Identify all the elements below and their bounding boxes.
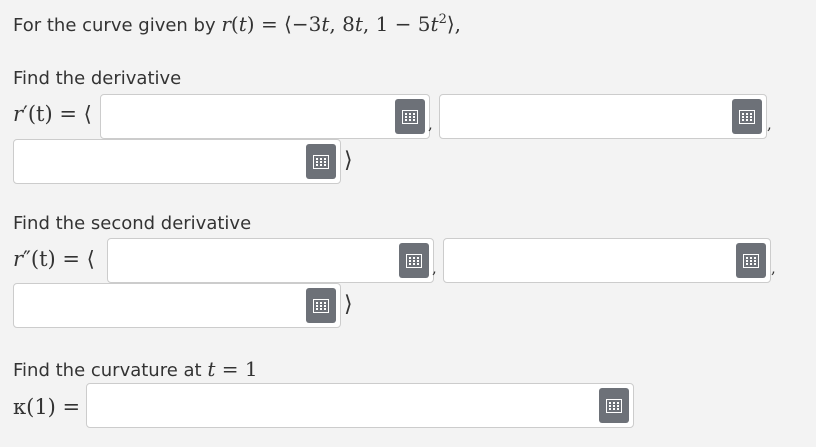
derivative-x-field[interactable] — [100, 94, 430, 139]
intro-formula: r(t) = ⟨−3t, 8t, 1 − 5t2⟩, — [221, 12, 461, 36]
keypad-icon — [406, 253, 422, 268]
label-r-prime: r′(t) = ⟨ — [13, 102, 92, 126]
heading-curvature: Find the curvature at t = 1 — [13, 357, 258, 381]
label-r-prime-rest: ′(t) = ⟨ — [23, 102, 92, 126]
keypad-icon — [739, 109, 755, 124]
keypad-button[interactable] — [599, 388, 629, 423]
label-r-double-prime: r″(t) = ⟨ — [13, 247, 95, 271]
intro-mid: , 8 — [329, 12, 355, 36]
intro-t3: t — [354, 12, 363, 36]
intro-t: t — [238, 12, 247, 36]
keypad-icon — [313, 154, 329, 169]
intro-eq: ) = ⟨−3 — [246, 12, 322, 36]
curvature-field[interactable] — [86, 383, 634, 428]
label-r-prime-r: r — [13, 102, 24, 126]
label-r-double-prime-rest: ″(t) = ⟨ — [23, 247, 95, 271]
separator-comma: , — [428, 115, 433, 133]
derivative-x-input[interactable] — [101, 95, 429, 138]
heading-curvature-prefix: Find the curvature at — [13, 360, 208, 381]
intro-tail: , 1 − 5 — [362, 12, 431, 36]
keypad-icon — [743, 253, 759, 268]
separator-comma: , — [771, 259, 776, 277]
second-derivative-z-input[interactable] — [14, 284, 340, 327]
intro-prefix: For the curve given by — [13, 15, 222, 36]
close-angle-bracket: ⟩ — [344, 148, 353, 173]
curvature-input[interactable] — [87, 384, 633, 427]
separator-comma: , — [767, 115, 772, 133]
keypad-icon — [606, 398, 622, 413]
second-derivative-x-field[interactable] — [107, 238, 434, 283]
label-r-double-prime-r: r — [13, 247, 24, 271]
close-angle-bracket: ⟩ — [344, 292, 353, 317]
derivative-z-field[interactable] — [13, 139, 341, 184]
label-kappa: κ(1) = — [13, 395, 81, 419]
intro-r: r — [221, 12, 231, 36]
intro-end: ⟩, — [446, 12, 462, 36]
second-derivative-z-field[interactable] — [13, 283, 341, 328]
derivative-z-input[interactable] — [14, 140, 340, 183]
keypad-icon — [402, 109, 418, 124]
second-derivative-y-input[interactable] — [444, 239, 770, 282]
keypad-button[interactable] — [395, 99, 425, 134]
separator-comma: , — [432, 259, 437, 277]
derivative-y-input[interactable] — [440, 95, 766, 138]
derivative-y-field[interactable] — [439, 94, 767, 139]
second-derivative-x-input[interactable] — [108, 239, 433, 282]
heading-derivative: Find the derivative — [13, 68, 182, 89]
keypad-button[interactable] — [306, 144, 336, 179]
problem-statement: For the curve given by r(t) = ⟨−3t, 8t, … — [13, 12, 461, 36]
intro-paren: ( — [230, 12, 239, 36]
keypad-button[interactable] — [306, 288, 336, 323]
second-derivative-y-field[interactable] — [443, 238, 771, 283]
intro-sq: 2 — [438, 12, 447, 27]
keypad-button[interactable] — [399, 243, 429, 278]
keypad-icon — [313, 298, 329, 313]
keypad-button[interactable] — [732, 99, 762, 134]
heading-second-derivative: Find the second derivative — [13, 213, 252, 234]
keypad-button[interactable] — [736, 243, 766, 278]
intro-t4: t — [430, 12, 439, 36]
heading-curvature-eq: = 1 — [215, 357, 258, 381]
